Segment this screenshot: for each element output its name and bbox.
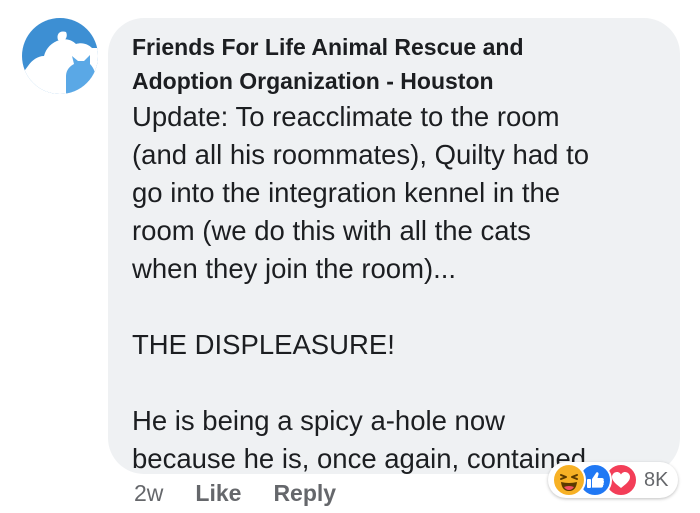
comment-text-line: when they join the room)... xyxy=(132,253,457,284)
comment-actions: 2w Like Reply xyxy=(134,476,336,510)
comment-text-emphasis: THE DISPLEASURE! xyxy=(132,329,395,360)
comment-text-line: Update: To reacclimate to the room xyxy=(132,101,560,132)
author-name[interactable]: Friends For Life Animal Rescue and Adopt… xyxy=(132,30,658,98)
comment-bubble: Friends For Life Animal Rescue and Adopt… xyxy=(108,18,680,474)
reaction-count: 8K xyxy=(644,468,669,491)
reply-button[interactable]: Reply xyxy=(273,480,336,507)
dog-cat-silhouette-icon xyxy=(22,31,98,94)
reactions-summary[interactable]: 8K xyxy=(548,462,679,498)
haha-icon xyxy=(552,463,586,497)
like-button[interactable]: Like xyxy=(195,480,241,507)
comment-text-line: He is being a spicy a-hole now xyxy=(132,405,505,436)
author-name-line-1[interactable]: Friends For Life Animal Rescue and xyxy=(132,34,524,60)
comment: Friends For Life Animal Rescue and Adopt… xyxy=(0,0,700,513)
author-name-line-2[interactable]: Adoption Organization - Houston xyxy=(132,68,494,94)
comment-text-line: because he is, once again, contained... xyxy=(132,443,610,474)
timestamp[interactable]: 2w xyxy=(134,480,163,507)
avatar[interactable] xyxy=(22,18,98,94)
comment-text-line: (and all his roommates), Quilty had to xyxy=(132,139,589,170)
comment-text-line: go into the integration kennel in the xyxy=(132,177,561,208)
comment-text: Update: To reacclimate to the room (and … xyxy=(132,98,658,288)
comment-text-line: room (we do this with all the cats xyxy=(132,215,531,246)
